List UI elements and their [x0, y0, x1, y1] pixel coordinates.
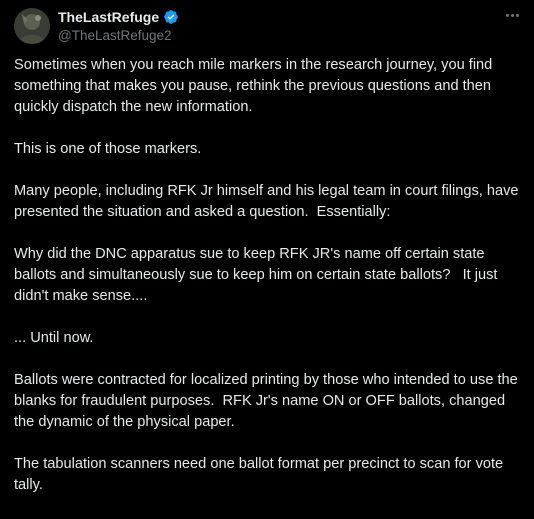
post-paragraph: The tabulation scanners need one ballot … [14, 456, 508, 493]
display-name[interactable]: TheLastRefuge [58, 8, 159, 27]
post-paragraph: This is one of those markers. [14, 141, 202, 157]
more-horizontal-icon [505, 13, 519, 17]
avatar[interactable] [14, 8, 50, 44]
handle[interactable]: @TheLastRefuge2 [58, 27, 179, 45]
post-paragraph: Why did the DNC apparatus sue to keep RF… [14, 246, 502, 304]
post: TheLastRefuge @TheLastRefuge2 Sometimes … [0, 0, 534, 519]
post-paragraph: Many people, including RFK Jr himself an… [14, 183, 523, 220]
post-text: Sometimes when you reach mile markers in… [14, 55, 524, 517]
more-options-button[interactable] [502, 8, 522, 22]
post-header: TheLastRefuge @TheLastRefuge2 [14, 6, 179, 46]
verified-badge-icon [163, 9, 179, 25]
post-paragraph: ... Until now. [14, 330, 94, 346]
post-paragraph: Ballots were contracted for localized pr… [14, 372, 522, 430]
author-names: TheLastRefuge @TheLastRefuge2 [58, 8, 179, 45]
post-paragraph: Sometimes when you reach mile markers in… [14, 57, 497, 115]
